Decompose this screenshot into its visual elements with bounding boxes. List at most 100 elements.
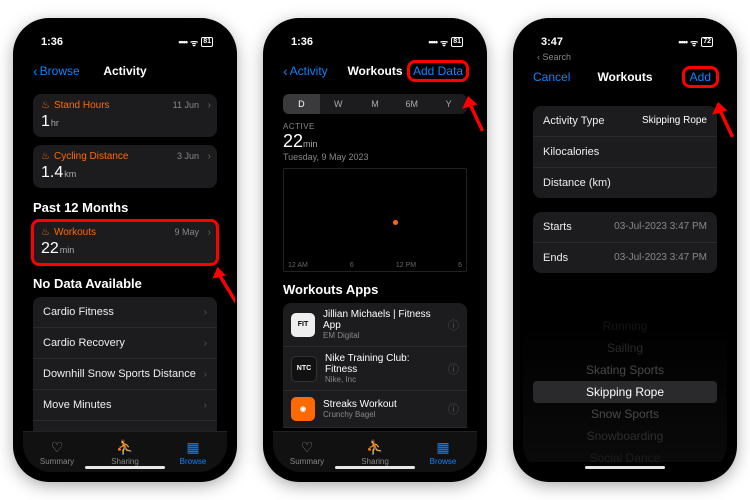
- nav-bar: Cancel Workouts Add: [523, 62, 727, 92]
- row-downhill[interactable]: Downhill Snow Sports Distance›: [33, 359, 217, 390]
- seg-day[interactable]: D: [283, 94, 320, 114]
- wifi-icon: ᯤ: [440, 36, 448, 49]
- flame-icon: ♨: [41, 100, 50, 111]
- status-time: 1:36: [291, 36, 313, 48]
- notch: [570, 20, 680, 42]
- info-icon[interactable]: ⓘ: [448, 401, 459, 417]
- mini-back-search[interactable]: ‹ Search: [523, 52, 727, 62]
- row-nikefuel[interactable]: NikeFuel›: [33, 421, 217, 431]
- field-starts[interactable]: Starts 03-Jul-2023 3:47 PM: [533, 212, 717, 243]
- field-value: 03-Jul-2023 3:47 PM: [614, 221, 707, 233]
- card-value: 1: [41, 113, 50, 130]
- app-publisher: Nike, Inc: [325, 375, 440, 384]
- activity-picker[interactable]: Running Sailing Skating Sports Skipping …: [523, 322, 727, 462]
- chevron-right-icon: ›: [208, 227, 211, 238]
- tab-browse[interactable]: ▦Browse: [159, 432, 227, 472]
- flame-icon: ♨: [41, 227, 50, 238]
- chevron-right-icon: ›: [208, 100, 211, 111]
- back-button[interactable]: ‹ Browse: [33, 63, 80, 79]
- tab-label: Summary: [290, 457, 324, 466]
- active-value: 22min: [283, 131, 467, 152]
- tab-label: Browse: [430, 457, 457, 466]
- card-cycling[interactable]: ♨Cycling Distance 3 Jun › 1.4km: [33, 145, 217, 188]
- seg-year[interactable]: Y: [430, 94, 467, 114]
- app-icon: FIT: [291, 313, 315, 337]
- chevron-right-icon: ›: [204, 400, 207, 411]
- battery-icon: 81: [451, 37, 463, 47]
- card-date: 3 Jun: [177, 151, 199, 161]
- field-ends[interactable]: Ends 03-Jul-2023 3:47 PM: [533, 243, 717, 273]
- active-label: ACTIVE: [283, 122, 467, 131]
- app-name: Streaks Workout: [323, 399, 440, 410]
- chevron-right-icon: ›: [208, 151, 211, 162]
- picker-option[interactable]: Snowboarding: [587, 425, 664, 447]
- app-row-nike[interactable]: NTC Nike Training Club: FitnessNike, Inc…: [283, 347, 467, 391]
- tab-summary[interactable]: ♡Summary: [23, 432, 91, 472]
- section-apps: Workouts Apps: [283, 282, 467, 297]
- row-move-minutes[interactable]: Move Minutes›: [33, 390, 217, 421]
- time-range-segmented[interactable]: D W M 6M Y: [283, 94, 467, 114]
- seg-week[interactable]: W: [320, 94, 357, 114]
- picker-option[interactable]: Skating Sports: [586, 359, 664, 381]
- add-button[interactable]: Add: [684, 68, 717, 86]
- row-cardio-fitness[interactable]: Cardio Fitness›: [33, 297, 217, 328]
- info-icon[interactable]: ⓘ: [448, 317, 459, 333]
- chart-axis: 12 AM612 PM6: [284, 262, 466, 269]
- field-label: Ends: [543, 252, 568, 264]
- notch: [320, 20, 430, 42]
- grid-icon: ▦: [436, 439, 449, 456]
- field-activity-type[interactable]: Activity Type Skipping Rope: [533, 106, 717, 137]
- card-unit: hr: [51, 118, 59, 128]
- home-indicator[interactable]: [85, 466, 165, 469]
- back-button[interactable]: ‹ Activity: [283, 63, 328, 79]
- signal-icon: ••••: [678, 37, 687, 47]
- app-icon: ◉: [291, 397, 315, 421]
- card-label: Stand Hours: [54, 100, 110, 111]
- heart-icon: ♡: [51, 439, 64, 456]
- tab-label: Browse: [180, 457, 207, 466]
- seg-6month[interactable]: 6M: [393, 94, 430, 114]
- row-cardio-recovery[interactable]: Cardio Recovery›: [33, 328, 217, 359]
- app-row-streaks[interactable]: ◉ Streaks WorkoutCrunchy Bagel ⓘ: [283, 391, 467, 428]
- home-indicator[interactable]: [585, 466, 665, 469]
- picker-option[interactable]: Running: [603, 315, 648, 337]
- card-stand-hours[interactable]: ♨ Stand Hours 11 Jun › 1hr: [33, 94, 217, 137]
- card-date: 11 Jun: [173, 100, 199, 110]
- cancel-button[interactable]: Cancel: [533, 70, 570, 84]
- notch: [70, 20, 180, 42]
- card-unit: min: [60, 245, 75, 255]
- tab-summary[interactable]: ♡Summary: [273, 432, 341, 472]
- field-label: Distance (km): [543, 177, 611, 189]
- info-icon[interactable]: ⓘ: [448, 361, 459, 377]
- flame-icon: ♨: [41, 151, 50, 162]
- heart-icon: ♡: [301, 439, 314, 456]
- chevron-right-icon: ›: [204, 369, 207, 380]
- app-row-jillian[interactable]: FIT Jillian Michaels | Fitness AppEM Dig…: [283, 303, 467, 347]
- field-label: Kilocalories: [543, 146, 599, 158]
- tab-label: Sharing: [361, 457, 389, 466]
- signal-icon: ••••: [428, 37, 437, 47]
- status-time: 1:36: [41, 36, 63, 48]
- back-label: Browse: [40, 64, 80, 78]
- tab-browse[interactable]: ▦Browse: [409, 432, 477, 472]
- signal-icon: ••••: [178, 37, 187, 47]
- chevron-left-icon: ‹: [33, 63, 38, 79]
- home-indicator[interactable]: [335, 466, 415, 469]
- phone-workouts: 1:36 ••••ᯤ81 ‹ Activity Workouts Add Dat…: [265, 20, 485, 480]
- app-icon: NTC: [291, 356, 317, 382]
- status-time: 3:47: [541, 36, 563, 48]
- field-distance[interactable]: Distance (km): [533, 168, 717, 198]
- wifi-icon: ᯤ: [690, 36, 698, 49]
- picker-option[interactable]: Snow Sports: [591, 403, 659, 425]
- picker-option[interactable]: Sailing: [607, 337, 643, 359]
- workouts-chart[interactable]: 12 AM612 PM6: [283, 168, 467, 272]
- card-workouts[interactable]: ♨Workouts 9 May › 22min: [33, 221, 217, 264]
- seg-month[interactable]: M: [357, 94, 394, 114]
- picker-option-selected[interactable]: Skipping Rope: [533, 381, 717, 403]
- chart-datapoint: [393, 220, 398, 225]
- battery-icon: 72: [701, 37, 713, 47]
- section-past12: Past 12 Months: [33, 200, 217, 215]
- field-kilocalories[interactable]: Kilocalories: [533, 137, 717, 168]
- field-value: Skipping Rope: [642, 115, 707, 127]
- add-data-button[interactable]: Add Data: [409, 62, 467, 80]
